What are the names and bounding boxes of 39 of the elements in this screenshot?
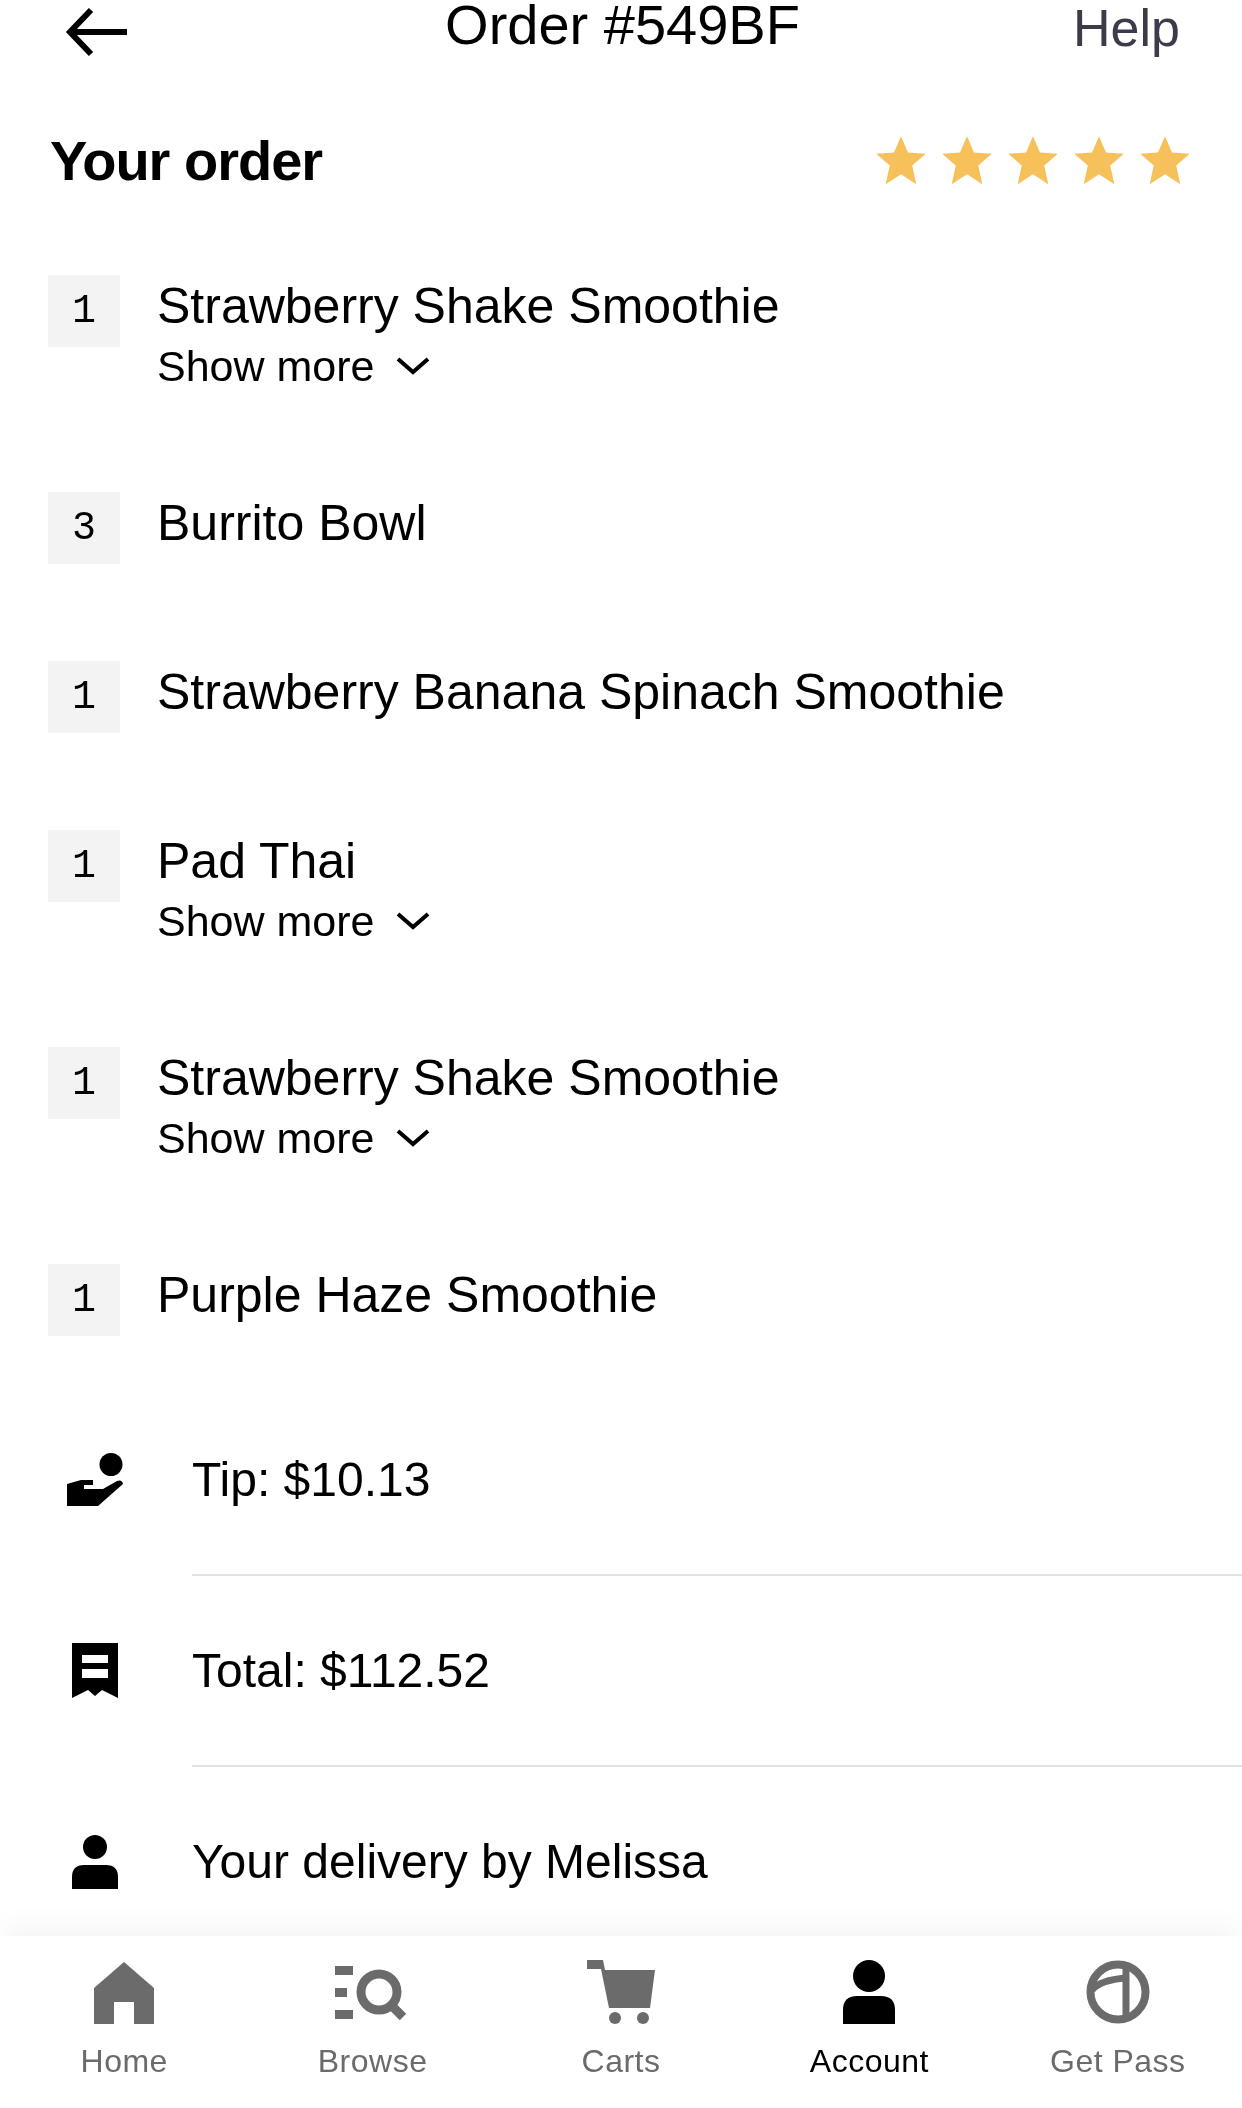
- chevron-down-icon: [396, 912, 431, 930]
- star-icon[interactable]: [1006, 135, 1060, 187]
- quantity-badge: 1: [48, 830, 120, 902]
- show-more-button[interactable]: Show more: [157, 892, 431, 950]
- quantity-badge: 1: [48, 275, 120, 347]
- quantity-badge: 1: [48, 1047, 120, 1119]
- show-more-button[interactable]: Show more: [157, 337, 431, 395]
- cart-icon: [587, 1960, 655, 2024]
- star-icon[interactable]: [1072, 135, 1126, 187]
- item-name: Strawberry Banana Spinach Smoothie: [157, 663, 1005, 722]
- ring-logo-icon: [1085, 1960, 1150, 2024]
- nav-tab[interactable]: Get Pass: [1050, 1960, 1186, 2081]
- item-name: Pad Thai: [157, 832, 357, 891]
- home-icon: [92, 1960, 157, 2024]
- nav-tab[interactable]: Browse: [317, 1960, 428, 2081]
- star-icon[interactable]: [1138, 135, 1192, 187]
- show-more-button[interactable]: Show more: [157, 1109, 431, 1167]
- order-title: Order #549BF: [445, 0, 800, 50]
- chevron-down-icon: [396, 357, 431, 375]
- total-amount: Total: $112.52: [192, 1642, 490, 1699]
- receipt-icon: [72, 1643, 118, 1698]
- quantity-badge: 3: [48, 492, 120, 564]
- star-icon[interactable]: [940, 135, 994, 187]
- hand-coin-icon: [67, 1453, 123, 1506]
- item-name: Burrito Bowl: [157, 494, 427, 553]
- nav-tab[interactable]: Home: [80, 1960, 168, 2081]
- quantity-badge: 1: [48, 661, 120, 733]
- star-icon[interactable]: [874, 135, 928, 187]
- nav-tab[interactable]: Carts: [581, 1960, 661, 2081]
- quantity-badge: 1: [48, 1264, 120, 1336]
- person-icon: [72, 1834, 118, 1889]
- item-name: Strawberry Shake Smoothie: [157, 277, 780, 336]
- courier-name: Your delivery by Melissa: [192, 1833, 708, 1890]
- nav-tab[interactable]: Account: [809, 1960, 929, 2081]
- chevron-down-icon: [396, 1129, 431, 1147]
- item-name: Purple Haze Smoothie: [157, 1266, 658, 1325]
- tip-amount: Tip: $10.13: [192, 1451, 431, 1508]
- section-heading: Your order: [50, 128, 323, 194]
- item-name: Strawberry Shake Smoothie: [157, 1049, 780, 1108]
